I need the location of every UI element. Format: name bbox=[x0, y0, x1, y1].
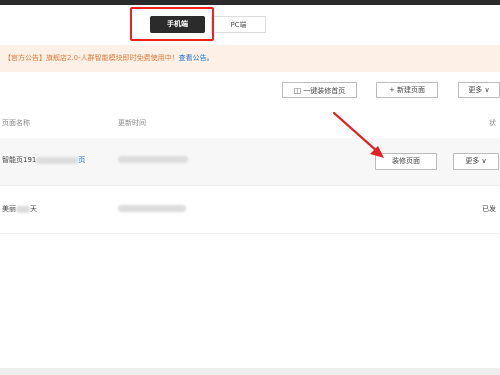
more-button[interactable]: 更多 ∨ bbox=[458, 82, 500, 98]
col-page-name: 页面名称 bbox=[2, 119, 30, 127]
col-update-time: 更新时间 bbox=[118, 119, 146, 127]
blurred-text bbox=[36, 156, 79, 164]
red-highlight-box bbox=[130, 7, 214, 41]
update-time bbox=[118, 204, 186, 212]
red-arrow-icon bbox=[332, 111, 384, 158]
page-name[interactable]: 智能页191 页 bbox=[2, 155, 85, 165]
table-header: 页面名称 更新时间 状 bbox=[0, 115, 500, 129]
update-time bbox=[118, 155, 188, 163]
page-name[interactable]: 美丽天 bbox=[2, 204, 37, 214]
announcement-bar: 【官方公告】旗舰店2.0-人群智能模块即时免费使用中！查看公告。 bbox=[0, 45, 500, 72]
blurred-text bbox=[118, 204, 186, 212]
bottom-bar bbox=[0, 368, 500, 375]
tab-pc[interactable]: PC端 bbox=[211, 16, 266, 33]
decorate-icon: ◫ bbox=[293, 86, 302, 95]
blurred-text bbox=[118, 155, 188, 163]
new-page-button[interactable]: + 新建页面 bbox=[376, 82, 438, 98]
col-status: 状 bbox=[489, 119, 496, 127]
decorate-home-button[interactable]: ◫ 一键装修首页 bbox=[282, 82, 357, 98]
announcement-text: 【官方公告】旗舰店2.0-人群智能模块即时免费使用中！ bbox=[4, 54, 179, 62]
announcement-link[interactable]: 查看公告。 bbox=[179, 54, 214, 62]
top-bar bbox=[0, 0, 500, 5]
table-row: 智能页191 页 装修页面 更多 ∨ bbox=[0, 138, 500, 186]
table-row: 美丽天 已发 bbox=[0, 186, 500, 234]
row-more-button[interactable]: 更多 ∨ bbox=[453, 153, 499, 170]
status-text: 已发 bbox=[482, 205, 496, 213]
blurred-text bbox=[16, 205, 30, 213]
